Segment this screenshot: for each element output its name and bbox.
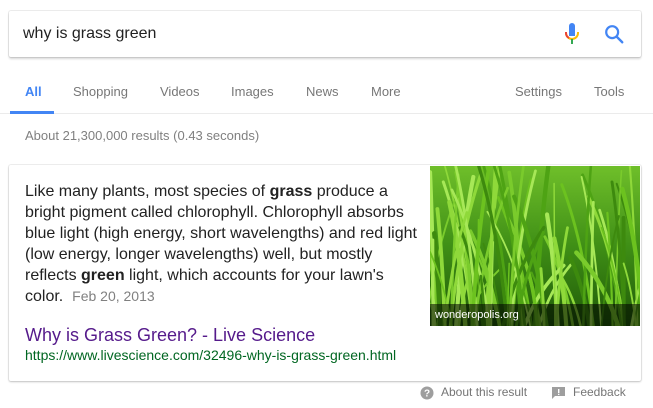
search-input[interactable]	[23, 11, 543, 57]
feedback-icon[interactable]	[552, 387, 565, 399]
snippet-bold-term: grass	[269, 183, 313, 200]
tab-shopping[interactable]: Shopping	[73, 84, 128, 99]
microphone-icon[interactable]	[563, 22, 581, 46]
search-box[interactable]	[9, 11, 641, 57]
search-icon[interactable]	[603, 23, 625, 45]
question-circle-icon[interactable]: ?	[420, 386, 434, 400]
about-this-result-link[interactable]: About this result	[441, 385, 527, 399]
thumbnail-source: wonderopolis.org	[430, 304, 640, 326]
grass-image	[430, 166, 640, 326]
snippet-text: Like many plants, most species of grass …	[25, 181, 423, 307]
tab-news[interactable]: News	[306, 84, 339, 99]
tab-images[interactable]: Images	[231, 84, 274, 99]
search-tabs: All Shopping Videos Images News More Set…	[0, 72, 653, 114]
tab-tools[interactable]: Tools	[594, 84, 624, 99]
active-tab-indicator	[10, 111, 54, 114]
tab-all[interactable]: All	[25, 84, 42, 99]
tab-settings[interactable]: Settings	[515, 84, 562, 99]
snippet-bold-term: green	[81, 267, 125, 284]
result-url: https://www.livescience.com/32496-why-is…	[25, 347, 397, 363]
feedback-link[interactable]: Feedback	[573, 385, 626, 399]
svg-text:?: ?	[424, 389, 430, 400]
result-thumbnail[interactable]: wonderopolis.org	[430, 166, 640, 326]
tab-videos[interactable]: Videos	[160, 84, 200, 99]
result-stats: About 21,300,000 results (0.43 seconds)	[25, 128, 260, 143]
featured-snippet: Like many plants, most species of grass …	[9, 165, 641, 381]
snippet-part: Like many plants, most species of	[25, 183, 270, 200]
tab-more[interactable]: More	[371, 84, 401, 99]
snippet-date: Feb 20, 2013	[72, 288, 155, 304]
result-title-link[interactable]: Why is Grass Green? - Live Science	[25, 325, 315, 346]
